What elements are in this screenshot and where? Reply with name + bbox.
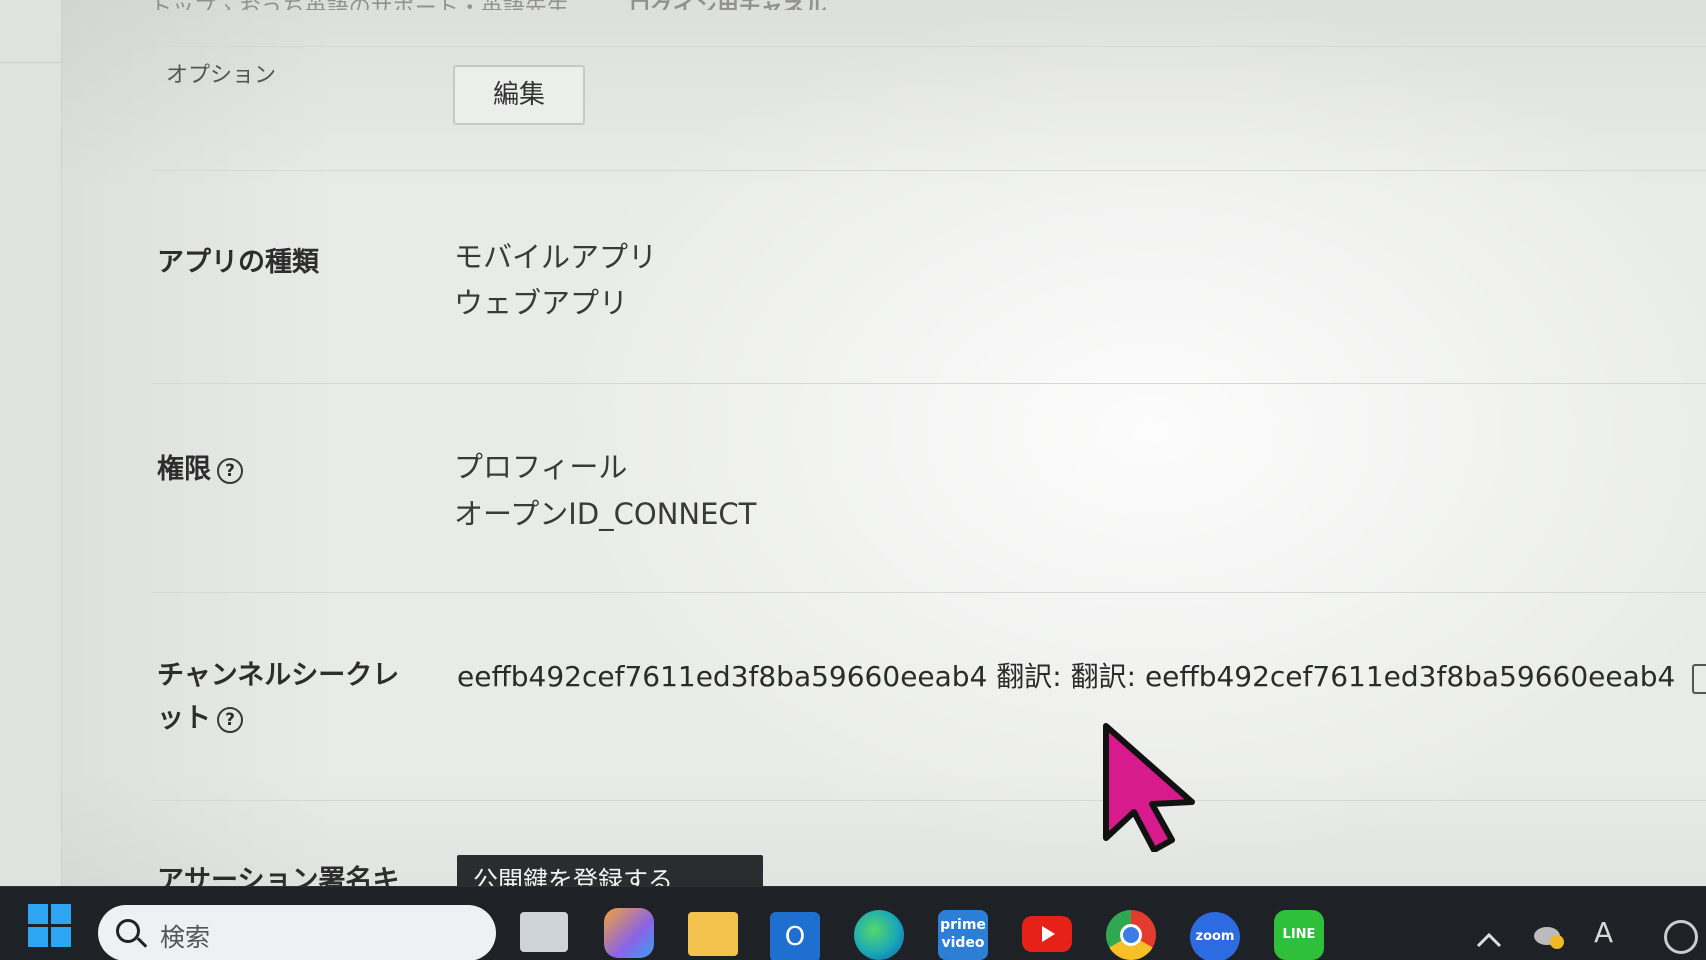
option-label: オプション	[166, 63, 277, 88]
channel-secret-label-2: ット?	[157, 696, 243, 735]
edge-icon[interactable]	[854, 910, 904, 960]
app-type-label: アプリの種類	[157, 247, 319, 278]
channel-secret-value: eeffb492cef7611ed3f8ba59660eeab4 翻訳: 翻訳:…	[457, 660, 1676, 693]
search-placeholder: 検索	[160, 923, 211, 952]
youtube-icon[interactable]	[1022, 916, 1072, 952]
divider	[152, 383, 1706, 384]
taskbar-search[interactable]: 検索	[98, 905, 496, 960]
mouse-cursor-icon	[1103, 723, 1195, 852]
edit-button[interactable]: 編集	[453, 65, 585, 125]
app-type-web: ウェブアプリ	[454, 286, 629, 320]
line-icon[interactable]: LINE	[1274, 910, 1324, 960]
ime-mode-indicator[interactable]: A	[1594, 916, 1613, 949]
channel-secret-label: チャンネルシークレ	[157, 660, 400, 691]
divider	[152, 170, 1706, 171]
app-type-mobile: モバイルアプリ	[454, 240, 658, 274]
file-explorer-icon[interactable]	[688, 912, 738, 956]
task-view-icon[interactable]	[520, 912, 568, 952]
copilot-icon[interactable]	[604, 908, 654, 958]
copy-icon[interactable]	[1692, 664, 1706, 694]
onedrive-warning-icon[interactable]	[1532, 922, 1566, 949]
permissions-label: 権限?	[157, 447, 243, 486]
play-icon	[1042, 926, 1055, 942]
permissions-label-text: 権限	[157, 454, 211, 485]
zoom-icon[interactable]: zoom	[1190, 912, 1240, 960]
permission-profile: プロフィール	[454, 450, 628, 484]
outlook-icon[interactable]: O	[770, 912, 820, 960]
chrome-icon[interactable]	[1106, 910, 1156, 960]
chevron-up-icon[interactable]	[1474, 924, 1504, 957]
permission-openid: オープンID_CONNECT	[454, 497, 757, 531]
divider	[152, 46, 1706, 47]
divider	[152, 592, 1706, 593]
help-icon[interactable]: ?	[217, 458, 243, 484]
prime-video-icon[interactable]: prime video	[938, 910, 988, 960]
channel-secret-label-text: ット	[157, 703, 211, 734]
left-rail	[0, 0, 62, 890]
help-icon[interactable]: ?	[217, 707, 243, 733]
divider	[152, 800, 1706, 801]
channel-settings: オプション 編集 アプリの種類 モバイルアプリ ウェブアプリ 権限? プロフィー…	[62, 0, 1706, 896]
start-button[interactable]	[28, 904, 72, 948]
clock-icon[interactable]	[1664, 920, 1698, 954]
